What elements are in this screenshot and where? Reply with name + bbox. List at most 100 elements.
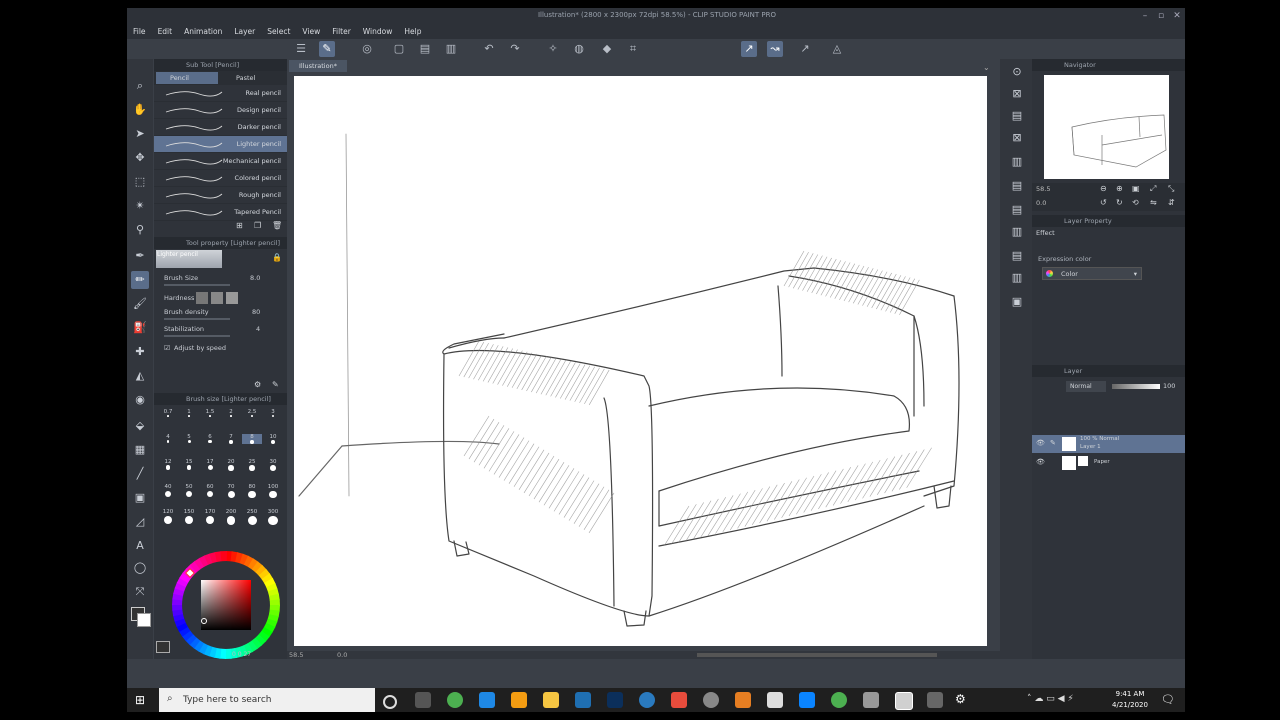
eye-icon[interactable]: 👁 xyxy=(1036,458,1045,466)
zoom-out-icon[interactable]: ⊖ xyxy=(1100,184,1107,193)
chrome-icon-2[interactable] xyxy=(831,692,847,708)
rotation-readout[interactable]: 0.0 xyxy=(337,651,347,659)
brush-item[interactable]: Darker pencil xyxy=(154,119,287,136)
panel-icon-4[interactable]: ⊠ xyxy=(1008,129,1026,147)
panel-icon-2[interactable]: ⊠ xyxy=(1008,85,1026,103)
navigator-preview[interactable] xyxy=(1044,75,1169,179)
opacity-value[interactable]: 100 xyxy=(1163,382,1175,390)
brush-size-option[interactable]: 4 xyxy=(158,434,178,443)
fit-icon[interactable]: ⤢ xyxy=(1150,184,1156,194)
eraser-tool-icon[interactable]: ◭ xyxy=(131,367,149,385)
photoshop-icon[interactable] xyxy=(607,692,623,708)
gradient-tool-icon[interactable]: ▦ xyxy=(131,441,149,459)
transform-icon[interactable]: ◆ xyxy=(599,41,615,57)
panel-icon-9[interactable]: ▤ xyxy=(1008,247,1026,265)
auto-select-tool-icon[interactable]: ✴ xyxy=(131,197,149,215)
reset-rotate-icon[interactable]: ⟲ xyxy=(1132,198,1139,207)
rotate-right-icon[interactable]: ↻ xyxy=(1116,198,1123,207)
menu-layer[interactable]: Layer xyxy=(228,24,261,39)
brush-size-option[interactable]: 150 xyxy=(179,509,199,525)
color-wheel[interactable] xyxy=(170,549,282,663)
menu-filter[interactable]: Filter xyxy=(326,24,357,39)
brush-size-option[interactable]: 70 xyxy=(221,484,241,498)
maximize-button[interactable]: ▫ xyxy=(1153,9,1169,23)
hand-tool-icon[interactable]: ✋ xyxy=(131,101,149,119)
main-color-mini[interactable] xyxy=(156,641,170,653)
brush-size-option[interactable]: 50 xyxy=(179,484,199,498)
task-view-icon[interactable] xyxy=(415,692,431,708)
document-icon[interactable] xyxy=(767,692,783,708)
fill-tool-icon[interactable]: ⬙ xyxy=(131,417,149,435)
opacity-slider[interactable] xyxy=(1112,384,1160,389)
brush-size-option[interactable]: 6 xyxy=(200,434,220,444)
hardness-option-1[interactable] xyxy=(196,292,208,304)
delete-subtool-icon[interactable]: 🗑 xyxy=(272,221,282,230)
menu-help[interactable]: Help xyxy=(398,24,427,39)
tab-pastel[interactable]: Pastel xyxy=(222,72,284,84)
brush-size-row[interactable]: Brush Size 8.0 xyxy=(154,273,287,290)
horizontal-scrollbar[interactable] xyxy=(697,653,937,657)
cortana-icon[interactable] xyxy=(383,695,397,709)
blend-tool-icon[interactable]: ◉ xyxy=(131,391,149,409)
app-icon-5[interactable] xyxy=(927,692,943,708)
adjust-speed-row[interactable]: ☑ Adjust by speed xyxy=(154,341,287,358)
brush-item[interactable]: Mechanical pencil xyxy=(154,153,287,170)
brush-item[interactable]: Design pencil xyxy=(154,102,287,119)
crop-icon[interactable]: ⌗ xyxy=(625,41,641,57)
brush-size-option[interactable]: 7 xyxy=(221,434,241,444)
minimize-button[interactable]: – xyxy=(1137,9,1153,23)
file-explorer-icon[interactable] xyxy=(543,692,559,708)
brush-size-option[interactable]: 20 xyxy=(221,459,241,471)
actual-size-icon[interactable]: ▣ xyxy=(1132,184,1140,193)
brush-size-option[interactable]: 0.7 xyxy=(158,409,178,417)
taskbar-search[interactable]: ⌕ Type here to search xyxy=(159,688,375,712)
brush-size-option[interactable]: 200 xyxy=(221,509,241,525)
brush-item[interactable]: Tapered Pencil xyxy=(154,204,287,221)
zoom-readout[interactable]: 58.5 xyxy=(289,651,303,659)
figure-tool-icon[interactable]: ╱ xyxy=(131,465,149,483)
balloon-tool-icon[interactable]: ◯ xyxy=(131,559,149,577)
brush-size-option[interactable]: 2 xyxy=(221,409,241,417)
brush-size-option[interactable]: 8 xyxy=(242,434,262,444)
drawing-canvas[interactable] xyxy=(294,76,987,646)
snap-ruler-icon[interactable]: ↗ xyxy=(741,41,757,57)
clear-icon[interactable]: ✧ xyxy=(545,41,561,57)
hue-segment[interactable] xyxy=(172,604,183,611)
flip-v-icon[interactable]: ⇵ xyxy=(1168,198,1175,207)
hardness-option-2[interactable] xyxy=(211,292,223,304)
snap-grid-icon[interactable]: ↗ xyxy=(797,41,813,57)
airbrush-tool-icon[interactable]: ⛽ xyxy=(131,319,149,337)
menu-view[interactable]: View xyxy=(296,24,326,39)
brush-size-option[interactable]: 30 xyxy=(263,459,283,471)
expression-color-select[interactable]: Color ▾ xyxy=(1042,267,1142,280)
app-icon-3[interactable] xyxy=(799,692,815,708)
brush-size-option[interactable]: 25 xyxy=(242,459,262,471)
density-slider[interactable] xyxy=(164,318,230,320)
chrome-icon[interactable] xyxy=(447,692,463,708)
copy-subtool-icon[interactable]: ❐ xyxy=(254,221,261,230)
brush-size-option[interactable]: 15 xyxy=(179,459,199,471)
move-layer-tool-icon[interactable]: ✥ xyxy=(131,149,149,167)
brush-size-option[interactable]: 5 xyxy=(179,434,199,444)
hue-segment[interactable] xyxy=(220,551,227,562)
brush-size-option[interactable]: 250 xyxy=(242,509,262,525)
panel-icon-3[interactable]: ▤ xyxy=(1008,107,1026,125)
brush-size-option[interactable]: 2.5 xyxy=(242,409,262,417)
tool-wrench-icon[interactable]: ✎ xyxy=(272,380,279,389)
save-icon[interactable]: ▥ xyxy=(443,41,459,57)
brush-size-option[interactable]: 1.5 xyxy=(200,409,220,417)
menu-window[interactable]: Window xyxy=(357,24,399,39)
app-icon-2[interactable] xyxy=(735,692,751,708)
stabilization-value[interactable]: 4 xyxy=(256,325,260,333)
rotate-left-icon[interactable]: ↺ xyxy=(1100,198,1107,207)
app-icon[interactable] xyxy=(511,692,527,708)
navigator-zoom[interactable]: 58.5 xyxy=(1036,185,1050,193)
open-icon[interactable]: ▤ xyxy=(417,41,433,57)
tray-icons[interactable]: ˄ ☁ ▭ ◀ ⚡ xyxy=(1027,694,1074,704)
panel-icon-6[interactable]: ▤ xyxy=(1008,177,1026,195)
document-tab[interactable]: Illustration* xyxy=(289,60,347,72)
clock-date[interactable]: 4/21/2020 xyxy=(1109,701,1151,709)
frame-tool-icon[interactable]: ▣ xyxy=(131,489,149,507)
brush-size-option[interactable]: 120 xyxy=(158,509,178,524)
clip-studio-taskbar-icon[interactable] xyxy=(895,692,913,710)
